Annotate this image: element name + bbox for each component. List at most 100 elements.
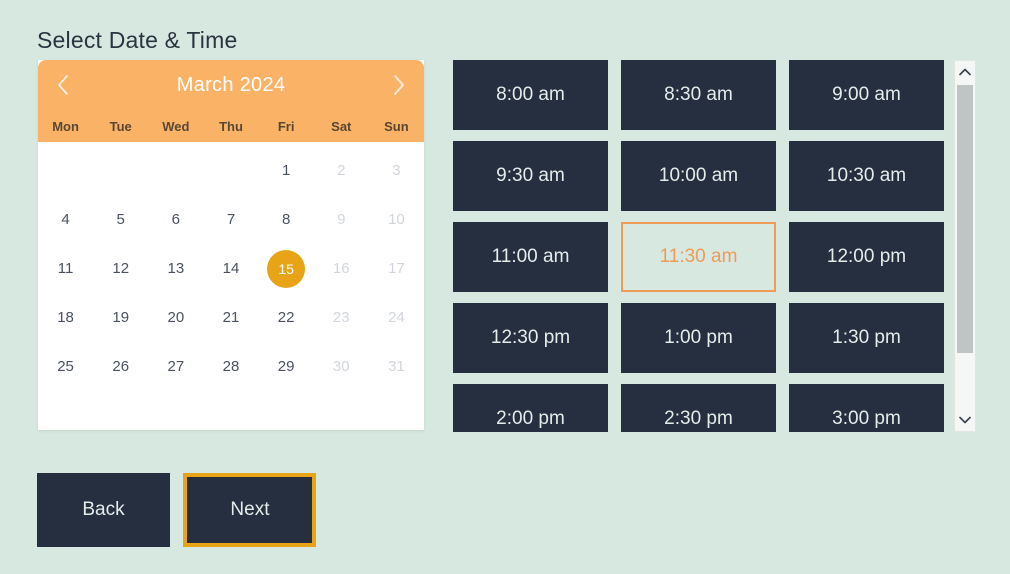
time-slot[interactable]: 9:30 am xyxy=(453,141,608,211)
scroll-up-button[interactable] xyxy=(955,61,975,83)
prev-month-button[interactable] xyxy=(40,60,86,110)
chevron-up-icon xyxy=(959,63,971,81)
chevron-down-icon xyxy=(959,411,971,429)
next-button[interactable]: Next xyxy=(183,473,317,547)
calendar-day-number: 4 xyxy=(61,211,70,228)
calendar-day-number: 6 xyxy=(171,211,181,228)
calendar-weekday-header: Mon Tue Wed Thu Fri Sat Sun xyxy=(38,110,424,142)
calendar-day-18[interactable]: 18 xyxy=(38,293,93,342)
calendar-day-grid: 1 2 3 4 5 6 7 8 9 10 11 12 13 14 15 16 17 18 19 20 21 22 23 24 2… xyxy=(38,142,424,391)
time-slot[interactable]: 8:00 am xyxy=(453,60,608,130)
scrollbar-thumb[interactable] xyxy=(957,85,973,353)
weekday-label: Fri xyxy=(277,118,295,134)
calendar-day-27[interactable]: 27 xyxy=(148,342,203,391)
calendar-day-number: 19 xyxy=(112,309,130,326)
calendar-day-number: 15 xyxy=(278,260,294,277)
chevron-left-icon xyxy=(56,74,70,96)
calendar-day-4[interactable]: 4 xyxy=(38,195,93,244)
calendar-day-number: 27 xyxy=(167,358,185,375)
calendar-day-blank xyxy=(38,146,93,195)
weekday-label: Mon xyxy=(52,118,79,134)
time-slots-grid: 8:00 am 8:30 am 9:00 am 9:30 am 10:00 am 10:3… xyxy=(453,60,948,432)
time-slot[interactable]: 11:30 am xyxy=(621,222,776,292)
weekday-label: Tue xyxy=(109,118,132,134)
weekday-label: Sat xyxy=(331,118,352,134)
calendar-day-number: 3 xyxy=(392,162,401,179)
calendar-day-number: 12 xyxy=(112,260,130,277)
calendar-day-number: 17 xyxy=(388,260,405,277)
calendar-day-number: 1 xyxy=(281,162,291,179)
calendar-day-10: 10 xyxy=(369,195,424,244)
calendar-day-number: 14 xyxy=(222,260,240,277)
calendar-day-11[interactable]: 11 xyxy=(38,244,93,293)
weekday-label: Sun xyxy=(384,118,409,134)
time-slot[interactable]: 1:00 pm xyxy=(621,303,776,373)
calendar-day-17: 17 xyxy=(369,244,424,293)
calendar-day-number: 18 xyxy=(57,309,74,326)
calendar-day-number: 28 xyxy=(222,358,240,375)
scroll-down-button[interactable] xyxy=(955,409,975,431)
calendar-day-25[interactable]: 25 xyxy=(38,342,93,391)
next-month-button[interactable] xyxy=(376,60,422,110)
calendar-day-number: 13 xyxy=(167,260,185,277)
time-slot[interactable]: 2:30 pm xyxy=(621,384,776,432)
time-slots-scrollbar[interactable] xyxy=(954,60,976,432)
calendar-day-29[interactable]: 29 xyxy=(259,342,314,391)
calendar-day-number: 30 xyxy=(332,358,350,375)
time-slot[interactable]: 12:00 pm xyxy=(789,222,944,292)
calendar-day-26[interactable]: 26 xyxy=(93,342,148,391)
calendar-day-19[interactable]: 19 xyxy=(93,293,148,342)
calendar-day-9: 9 xyxy=(314,195,369,244)
calendar-day-number: 22 xyxy=(277,309,295,326)
calendar-day-22[interactable]: 22 xyxy=(259,293,314,342)
calendar-day-number: 24 xyxy=(388,309,405,326)
time-slot[interactable]: 8:30 am xyxy=(621,60,776,130)
calendar-month-label: March 2024 xyxy=(176,73,286,96)
calendar-day-20[interactable]: 20 xyxy=(148,293,203,342)
calendar-day-number: 8 xyxy=(281,211,291,228)
calendar-day-number: 25 xyxy=(57,358,74,375)
calendar-day-1[interactable]: 1 xyxy=(259,146,314,195)
calendar-day-number: 2 xyxy=(337,162,346,179)
calendar-day-6[interactable]: 6 xyxy=(148,195,203,244)
calendar-day-14[interactable]: 14 xyxy=(203,244,258,293)
calendar-day-number: 21 xyxy=(222,309,240,326)
calendar-day-24: 24 xyxy=(369,293,424,342)
calendar-day-number: 9 xyxy=(337,211,346,228)
time-slots-scroll-area[interactable]: 8:00 am 8:30 am 9:00 am 9:30 am 10:00 am 10:3… xyxy=(453,60,980,432)
weekday-label: Wed xyxy=(162,118,190,134)
calendar-day-number: 16 xyxy=(332,260,350,277)
chevron-right-icon xyxy=(392,74,406,96)
calendar-day-31: 31 xyxy=(369,342,424,391)
calendar-day-number: 20 xyxy=(167,309,185,326)
calendar-day-8[interactable]: 8 xyxy=(259,195,314,244)
time-slot[interactable]: 2:00 pm xyxy=(453,384,608,432)
calendar-day-16: 16 xyxy=(314,244,369,293)
time-slot[interactable]: 10:00 am xyxy=(621,141,776,211)
time-slot[interactable]: 1:30 pm xyxy=(789,303,944,373)
calendar-day-21[interactable]: 21 xyxy=(203,293,258,342)
calendar-panel: March 2024 Mon Tue Wed Thu Fri Sat Sun 1234567… xyxy=(38,60,424,430)
calendar-day-3: 3 xyxy=(369,146,424,195)
calendar-day-blank xyxy=(93,146,148,195)
calendar-day-number: 26 xyxy=(112,358,130,375)
calendar-day-number: 31 xyxy=(388,358,405,375)
calendar-day-15[interactable]: 15 xyxy=(259,244,314,293)
footer-actions: Back Next xyxy=(37,473,317,547)
time-slot[interactable]: 11:00 am xyxy=(453,222,608,292)
calendar-day-5[interactable]: 5 xyxy=(93,195,148,244)
calendar-day-28[interactable]: 28 xyxy=(203,342,258,391)
time-slot[interactable]: 9:00 am xyxy=(789,60,944,130)
time-slot[interactable]: 12:30 pm xyxy=(453,303,608,373)
calendar-header: March 2024 xyxy=(38,60,424,110)
calendar-day-23: 23 xyxy=(314,293,369,342)
calendar-day-7[interactable]: 7 xyxy=(203,195,258,244)
calendar-day-blank xyxy=(203,146,258,195)
calendar-day-12[interactable]: 12 xyxy=(93,244,148,293)
calendar-day-13[interactable]: 13 xyxy=(148,244,203,293)
weekday-label: Thu xyxy=(219,118,243,134)
time-slot[interactable]: 3:00 pm xyxy=(789,384,944,432)
time-slot[interactable]: 10:30 am xyxy=(789,141,944,211)
back-button[interactable]: Back xyxy=(37,473,170,547)
calendar-day-30: 30 xyxy=(314,342,369,391)
